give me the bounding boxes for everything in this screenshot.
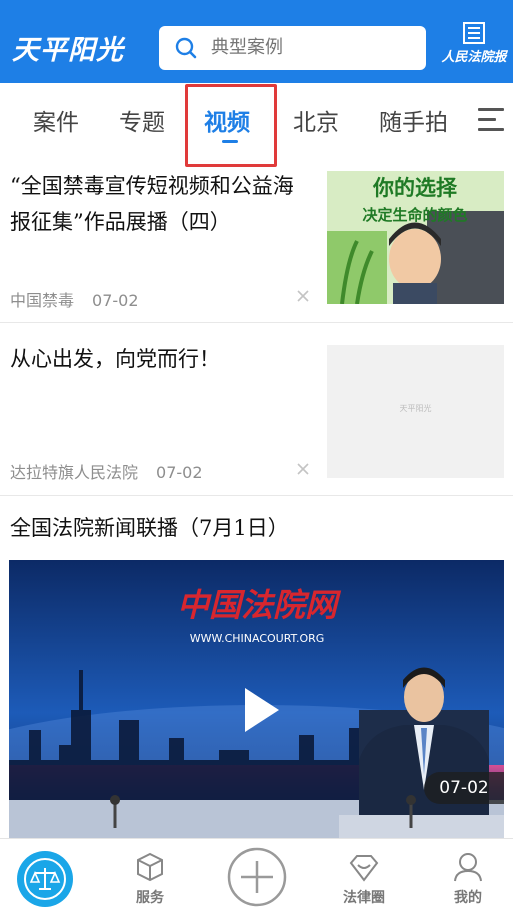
nav-mine-label: 我的	[454, 890, 482, 906]
nav-home[interactable]	[17, 851, 73, 907]
menu-icon[interactable]	[478, 108, 504, 132]
nav-services[interactable]: 服务	[120, 839, 180, 913]
paper-logo-text: 人民法院报	[441, 50, 507, 65]
search-box[interactable]	[159, 26, 426, 70]
dismiss-icon[interactable]	[296, 462, 310, 476]
dismiss-icon[interactable]	[296, 289, 310, 303]
plus-icon	[227, 847, 287, 907]
newspaper-icon	[463, 22, 485, 44]
bottom-navigation: 服务 法律圈 我的	[0, 838, 513, 913]
news-thumbnail[interactable]: 你的选择 决定生命的颜色	[327, 171, 504, 304]
news-item[interactable]: 从心出发，向党而行！ 达拉特旗人民法院 07-02 天平阳光	[0, 323, 513, 496]
news-source: 中国禁毒	[10, 291, 75, 310]
tab-topics[interactable]: 专题	[119, 103, 165, 137]
banner-url: WWW.CHINACOURT.ORG	[190, 632, 325, 645]
video-date-badge: 07-02	[424, 772, 504, 804]
tab-beijing[interactable]: 北京	[293, 103, 339, 137]
nav-law-circle-label: 法律圈	[343, 890, 385, 906]
news-date: 07-02	[92, 291, 139, 310]
news-item[interactable]: “全国禁毒宣传短视频和公益海报征集”作品展播（四） 中国禁毒 07-02 你的选择…	[0, 163, 513, 323]
cube-icon	[137, 852, 163, 882]
highlight-box	[185, 84, 277, 167]
search-input[interactable]	[211, 26, 411, 70]
tab-cases[interactable]: 案件	[33, 103, 79, 137]
scales-icon	[24, 858, 66, 900]
nav-services-label: 服务	[136, 890, 164, 906]
news-date: 07-02	[156, 463, 203, 482]
thumbnail-headline: 你的选择	[372, 176, 458, 200]
nav-post[interactable]	[226, 839, 288, 913]
app-logo: 天平阳光	[12, 35, 124, 66]
diamond-icon	[349, 855, 379, 882]
tab-snapshot[interactable]: 随手拍	[379, 103, 455, 137]
news-title: “全国禁毒宣传短视频和公益海报征集”作品展播（四）	[10, 174, 294, 234]
peoples-court-daily-logo[interactable]: 人民法院报	[440, 22, 508, 72]
news-meta: 中国禁毒 07-02	[10, 287, 139, 311]
nav-law-circle[interactable]: 法律圈	[334, 839, 394, 913]
video-title[interactable]: 全国法院新闻联播（7月1日）	[10, 512, 289, 542]
search-icon	[175, 37, 197, 59]
app-header: 天平阳光 人民法院报	[0, 0, 513, 83]
banner-text: 中国法院网	[177, 586, 342, 624]
news-thumbnail-placeholder[interactable]: 天平阳光	[327, 345, 504, 478]
news-title: 从心出发，向党而行！	[10, 347, 220, 371]
news-meta: 达拉特旗人民法院 07-02	[10, 459, 203, 483]
user-icon	[454, 853, 482, 882]
thumbnail-subheadline: 决定生命的颜色	[362, 206, 467, 224]
nav-mine[interactable]: 我的	[440, 839, 496, 913]
placeholder-logo-text: 天平阳光	[399, 404, 432, 413]
news-source: 达拉特旗人民法院	[10, 463, 139, 482]
